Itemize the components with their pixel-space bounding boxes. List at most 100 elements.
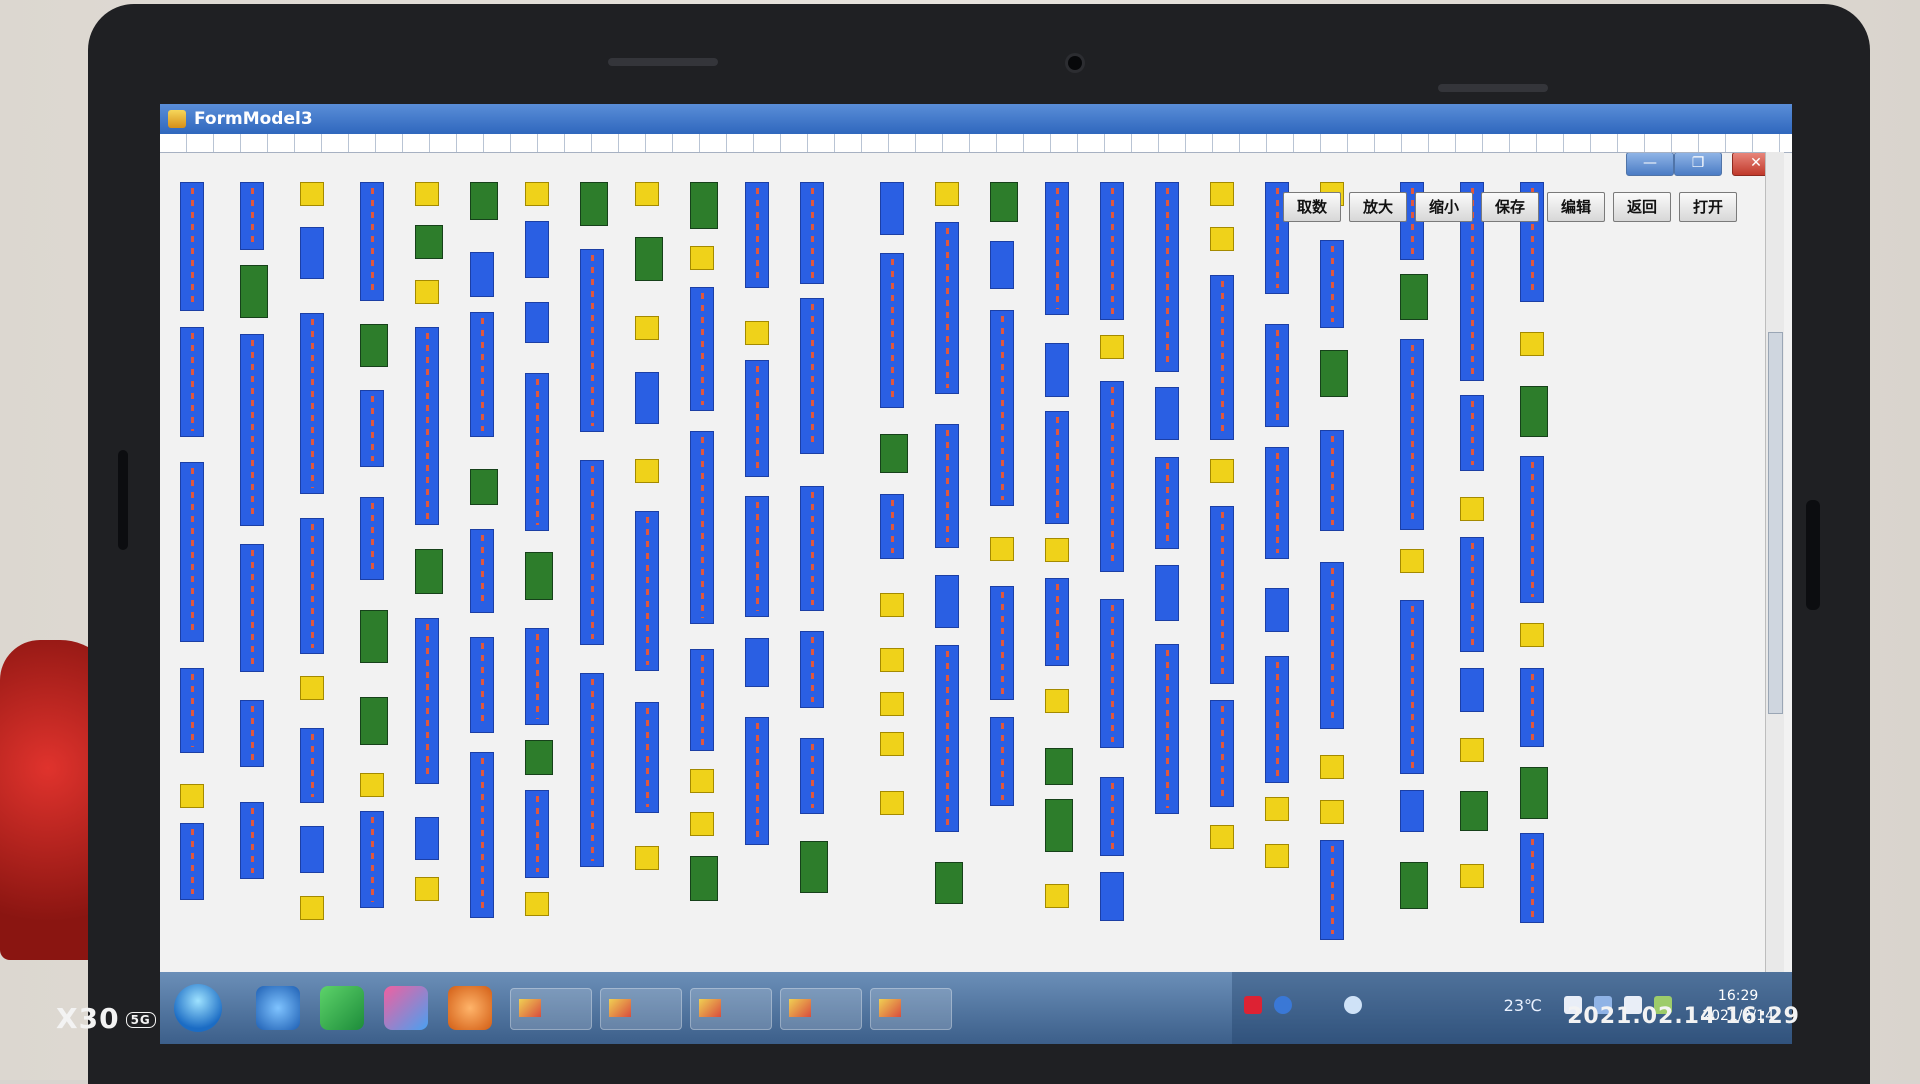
blue-block[interactable]: [1210, 275, 1234, 440]
blue-block[interactable]: [690, 431, 714, 624]
blue-block[interactable]: [300, 227, 324, 279]
blue-block[interactable]: [1155, 387, 1179, 440]
blue-block[interactable]: [470, 529, 494, 613]
yellow-block[interactable]: [635, 846, 659, 870]
yellow-block[interactable]: [1320, 755, 1344, 779]
blue-block[interactable]: [935, 645, 959, 832]
yellow-block[interactable]: [1210, 227, 1234, 251]
green-block[interactable]: [580, 182, 608, 226]
green-block[interactable]: [800, 841, 828, 893]
window-titlebar[interactable]: FormModel3: [160, 104, 1792, 134]
green-block[interactable]: [1045, 748, 1073, 785]
blue-block[interactable]: [1320, 840, 1344, 940]
green-block[interactable]: [525, 552, 553, 600]
blue-block[interactable]: [990, 586, 1014, 700]
yellow-block[interactable]: [1045, 884, 1069, 908]
back-button[interactable]: 返回: [1613, 192, 1671, 222]
blue-block[interactable]: [470, 312, 494, 437]
yellow-block[interactable]: [1460, 864, 1484, 888]
blue-block[interactable]: [300, 313, 324, 494]
blue-block[interactable]: [635, 511, 659, 671]
blue-block[interactable]: [1320, 562, 1344, 729]
blue-block[interactable]: [880, 253, 904, 408]
blue-block[interactable]: [1045, 343, 1069, 397]
yellow-block[interactable]: [745, 321, 769, 345]
blue-block[interactable]: [180, 182, 204, 311]
green-block[interactable]: [990, 182, 1018, 222]
yellow-block[interactable]: [1320, 800, 1344, 824]
blue-block[interactable]: [990, 717, 1014, 806]
taskbar-window-3[interactable]: [690, 988, 772, 1030]
blue-block[interactable]: [1265, 447, 1289, 559]
yellow-block[interactable]: [415, 877, 439, 901]
blue-block[interactable]: [525, 373, 549, 531]
yellow-block[interactable]: [1210, 459, 1234, 483]
blue-block[interactable]: [1265, 656, 1289, 783]
blue-block[interactable]: [1100, 182, 1124, 320]
blue-block[interactable]: [240, 334, 264, 526]
taskbar-window-2[interactable]: [600, 988, 682, 1030]
yellow-block[interactable]: [1210, 182, 1234, 206]
blue-block[interactable]: [1155, 644, 1179, 814]
scrollbar-thumb[interactable]: [1768, 332, 1783, 714]
taskbar-window-5[interactable]: [870, 988, 952, 1030]
green-block[interactable]: [1045, 799, 1073, 852]
blue-block[interactable]: [1265, 324, 1289, 427]
green-block[interactable]: [880, 434, 908, 473]
green-block[interactable]: [360, 697, 388, 745]
blue-block[interactable]: [525, 628, 549, 725]
yellow-block[interactable]: [300, 676, 324, 700]
yellow-block[interactable]: [880, 648, 904, 672]
vertical-scrollbar[interactable]: [1765, 152, 1784, 972]
yellow-block[interactable]: [525, 892, 549, 916]
blue-block[interactable]: [935, 222, 959, 394]
blue-block[interactable]: [240, 802, 264, 879]
blue-block[interactable]: [880, 494, 904, 559]
blue-block[interactable]: [470, 637, 494, 733]
green-block[interactable]: [360, 324, 388, 367]
ie-icon[interactable]: [256, 986, 300, 1030]
blue-block[interactable]: [690, 287, 714, 411]
blue-block[interactable]: [360, 182, 384, 301]
blue-block[interactable]: [990, 241, 1014, 289]
yellow-block[interactable]: [1460, 738, 1484, 762]
blue-block[interactable]: [745, 717, 769, 845]
yellow-block[interactable]: [1045, 689, 1069, 713]
yellow-block[interactable]: [1460, 497, 1484, 521]
blue-block[interactable]: [1520, 456, 1544, 603]
yellow-block[interactable]: [880, 692, 904, 716]
blue-block[interactable]: [415, 327, 439, 525]
open-button[interactable]: 打开: [1679, 192, 1737, 222]
yellow-block[interactable]: [415, 182, 439, 206]
yellow-block[interactable]: [1520, 332, 1544, 356]
taskbar-window-4[interactable]: [780, 988, 862, 1030]
blue-block[interactable]: [1155, 457, 1179, 549]
blue-block[interactable]: [800, 182, 824, 284]
blue-block[interactable]: [800, 486, 824, 611]
green-block[interactable]: [1400, 862, 1428, 909]
green-block[interactable]: [470, 469, 498, 505]
yellow-block[interactable]: [635, 459, 659, 483]
blue-block[interactable]: [240, 700, 264, 767]
blue-block[interactable]: [180, 327, 204, 437]
blue-block[interactable]: [800, 631, 824, 708]
green-block[interactable]: [360, 610, 388, 663]
blue-block[interactable]: [1520, 833, 1544, 923]
blue-block[interactable]: [935, 575, 959, 628]
blue-block[interactable]: [525, 790, 549, 878]
blue-block[interactable]: [240, 182, 264, 250]
blue-block[interactable]: [525, 221, 549, 278]
blue-block[interactable]: [1100, 872, 1124, 921]
blue-block[interactable]: [415, 618, 439, 784]
blue-block[interactable]: [690, 649, 714, 751]
blue-block[interactable]: [1460, 395, 1484, 471]
blue-block[interactable]: [1210, 506, 1234, 684]
yellow-block[interactable]: [1400, 549, 1424, 573]
blue-block[interactable]: [1155, 182, 1179, 372]
green-block[interactable]: [240, 265, 268, 318]
green-block[interactable]: [1520, 386, 1548, 437]
blue-block[interactable]: [240, 544, 264, 672]
blue-block[interactable]: [1210, 700, 1234, 807]
blue-block[interactable]: [1400, 600, 1424, 774]
blue-block[interactable]: [1320, 430, 1344, 531]
